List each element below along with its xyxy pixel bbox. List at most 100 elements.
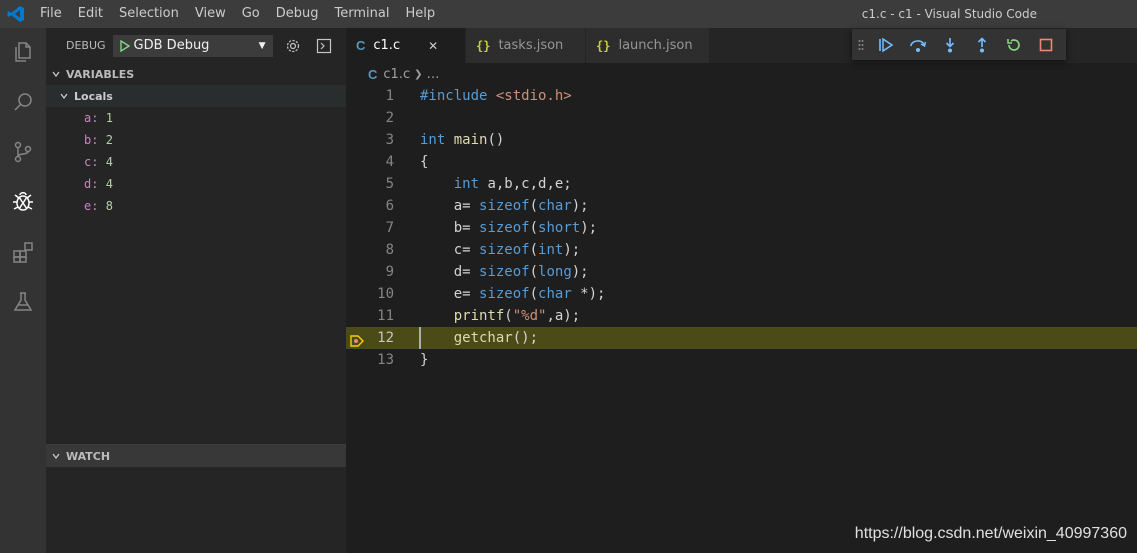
- code-text: a= sizeof(char);: [420, 195, 589, 217]
- activity-bar: [0, 28, 46, 553]
- step-out-icon[interactable]: [966, 30, 998, 60]
- vscode-logo-icon: [0, 0, 32, 28]
- step-over-icon[interactable]: [902, 30, 934, 60]
- code-line[interactable]: 9 d= sizeof(long);: [346, 261, 1137, 283]
- code-token: a=: [420, 198, 480, 214]
- continue-icon[interactable]: [870, 30, 902, 60]
- code-token: char: [538, 198, 572, 214]
- source-control-icon[interactable]: [0, 128, 46, 176]
- start-debugging-icon[interactable]: [116, 36, 134, 56]
- code-token: int: [420, 132, 446, 148]
- breadcrumb-symbol[interactable]: …: [426, 67, 439, 82]
- test-icon[interactable]: [0, 278, 46, 326]
- code-token: (: [504, 308, 513, 324]
- line-number: 11: [377, 308, 394, 324]
- tab-c1-c[interactable]: C c1.c ✕: [346, 28, 466, 63]
- step-into-icon[interactable]: [934, 30, 966, 60]
- code-token: sizeof: [479, 286, 530, 302]
- menu-debug[interactable]: Debug: [268, 0, 327, 28]
- code-token: b=: [420, 220, 480, 236]
- menu-file[interactable]: File: [32, 0, 70, 28]
- code-line[interactable]: 11 printf("%d",a);: [346, 305, 1137, 327]
- tab-tasks-json[interactable]: {} tasks.json: [466, 28, 586, 63]
- current-execution-line[interactable]: 12 getchar();: [346, 327, 1137, 349]
- code-text: printf("%d",a);: [420, 305, 580, 327]
- menu-selection[interactable]: Selection: [111, 0, 187, 28]
- variables-section-header[interactable]: VARIABLES: [46, 63, 346, 85]
- debug-view-title: DEBUG: [66, 39, 106, 52]
- menu-terminal[interactable]: Terminal: [327, 0, 398, 28]
- code-line[interactable]: 10 e= sizeof(char *);: [346, 283, 1137, 305]
- code-token: sizeof: [479, 242, 530, 258]
- code-line[interactable]: 13}: [346, 349, 1137, 371]
- debug-console-icon[interactable]: [313, 35, 335, 57]
- code-token: (: [529, 220, 539, 236]
- code-token: sizeof: [479, 220, 530, 236]
- stop-icon[interactable]: [1030, 30, 1062, 60]
- restart-icon[interactable]: [998, 30, 1030, 60]
- c-file-icon: C: [356, 38, 366, 53]
- drag-handle-icon[interactable]: [852, 39, 870, 51]
- code-text: getchar();: [420, 327, 538, 349]
- menu-help[interactable]: Help: [397, 0, 443, 28]
- window-title: c1.c - c1 - Visual Studio Code: [861, 7, 1037, 21]
- search-icon[interactable]: [0, 78, 46, 126]
- variable-row[interactable]: d: 4: [84, 173, 113, 195]
- chevron-down-icon: ▼: [258, 40, 266, 51]
- code-token: int: [453, 176, 480, 192]
- code-line[interactable]: 3 int main(): [346, 129, 1137, 151]
- code-token: <stdio.h>: [495, 88, 572, 104]
- explorer-icon[interactable]: [0, 28, 46, 76]
- code-text: e= sizeof(char *);: [420, 283, 606, 305]
- variable-row[interactable]: a: 1: [84, 107, 113, 129]
- menu-go[interactable]: Go: [234, 0, 268, 28]
- code-line[interactable]: 5 int a,b,c,d,e;: [346, 173, 1137, 195]
- c-file-icon: C: [368, 66, 378, 82]
- watch-section-header[interactable]: WATCH: [46, 444, 346, 467]
- line-number: 10: [377, 286, 394, 302]
- code-token: sizeof: [479, 264, 530, 280]
- menu-edit[interactable]: Edit: [70, 0, 111, 28]
- code-text: int a,b,c,d,e;: [420, 173, 572, 195]
- variable-value: 8: [105, 199, 113, 213]
- code-token: (: [529, 264, 539, 280]
- close-icon[interactable]: ✕: [428, 39, 438, 53]
- code-token: (: [529, 242, 539, 258]
- code-text: {: [420, 151, 428, 173]
- code-editor[interactable]: 1 #include <stdio.h> 2 3 int main() 4{5 int a…: [346, 85, 1137, 371]
- breadcrumb-file[interactable]: c1.c: [383, 67, 410, 82]
- code-text: b= sizeof(short);: [420, 217, 597, 239]
- line-number: 2: [385, 110, 394, 126]
- code-line[interactable]: 7 b= sizeof(short);: [346, 217, 1137, 239]
- variable-row[interactable]: b: 2: [84, 129, 113, 151]
- variable-row[interactable]: e: 8: [84, 195, 113, 217]
- variables-title: VARIABLES: [66, 67, 135, 81]
- code-line[interactable]: 4{: [346, 151, 1137, 173]
- code-line[interactable]: 6 a= sizeof(char);: [346, 195, 1137, 217]
- gear-icon[interactable]: [282, 35, 304, 57]
- debug-config-toolbar: DEBUG GDB Debug ▼: [46, 28, 346, 63]
- code-token: ,a);: [546, 308, 581, 324]
- menu-bar: File Edit Selection View Go Debug Termin…: [32, 0, 443, 28]
- code-line[interactable]: 8 c= sizeof(int);: [346, 239, 1137, 261]
- scope-locals[interactable]: Locals: [46, 85, 346, 107]
- menu-view[interactable]: View: [187, 0, 234, 28]
- code-line[interactable]: 2: [346, 107, 1137, 129]
- line-number: 7: [385, 220, 394, 236]
- tab-launch-json[interactable]: {} launch.json: [586, 28, 710, 63]
- chevron-down-icon: [46, 69, 66, 79]
- line-number: 1: [385, 88, 394, 104]
- line-number: 12: [377, 330, 394, 346]
- debug-configuration-select[interactable]: GDB Debug ▼: [112, 34, 273, 57]
- code-line[interactable]: 1 #include <stdio.h>: [346, 85, 1137, 107]
- extensions-icon[interactable]: [0, 228, 46, 276]
- debug-icon[interactable]: [0, 178, 46, 226]
- variable-row[interactable]: c: 4: [84, 151, 113, 173]
- code-token: char: [538, 286, 572, 302]
- variable-value: 4: [105, 155, 113, 169]
- code-text: c= sizeof(int);: [420, 239, 580, 261]
- code-token: #include: [420, 88, 496, 104]
